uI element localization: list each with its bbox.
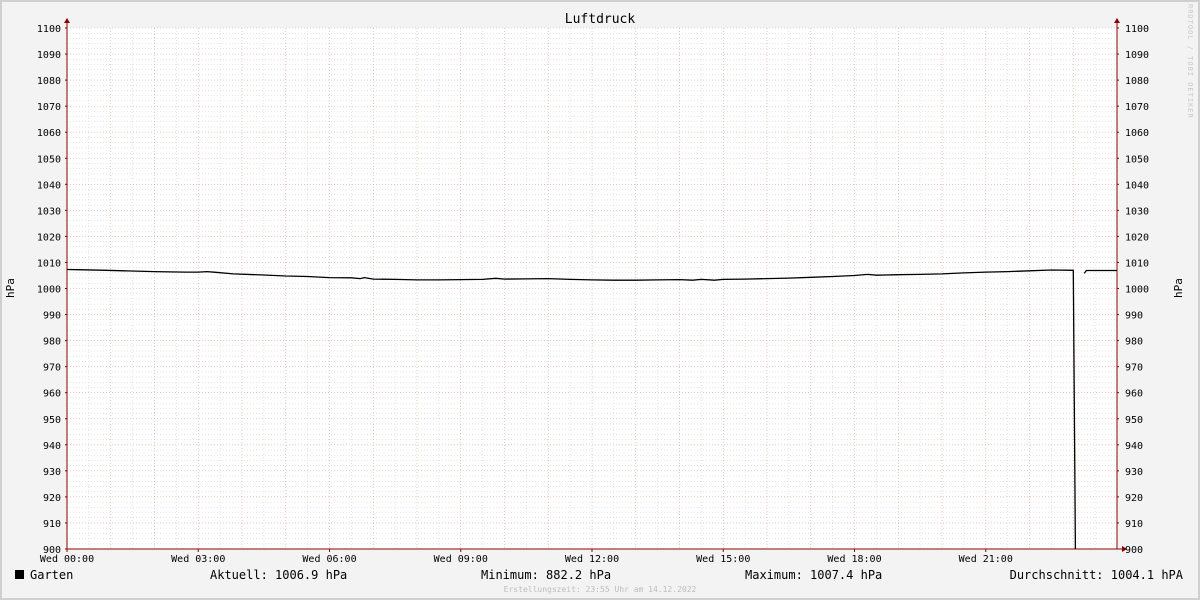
x-tick-label: Wed 06:00 (302, 554, 356, 565)
x-tick-label: Wed 15:00 (696, 554, 750, 565)
y-axis-left-arrow (64, 18, 70, 23)
y-tick-label-left: 1070 (37, 102, 61, 113)
y-tick-label-left: 1050 (37, 154, 61, 165)
y-tick-label-left: 1000 (37, 285, 61, 296)
x-tick-label: Wed 18:00 (827, 554, 881, 565)
y-tick-label-right: 1060 (1125, 128, 1149, 139)
y-tick-label-right: 1100 (1125, 24, 1149, 35)
footer-timestamp: Erstellungszeit: 23:55 Uhr am 14.12.2022 (504, 585, 697, 594)
x-tick-label: Wed 00:00 (40, 554, 94, 565)
y-tick-label-right: 1030 (1125, 206, 1149, 217)
y-tick-label-right: 1080 (1125, 76, 1149, 87)
y-tick-label-right: 1050 (1125, 154, 1149, 165)
y-tick-label-left: 910 (43, 519, 61, 530)
y-tick-label-left: 1080 (37, 76, 61, 87)
legend-series-name: Garten (30, 568, 73, 582)
y-tick-label-right: 1040 (1125, 180, 1149, 191)
y-tick-label-left: 950 (43, 415, 61, 426)
legend-maximum: Maximum: 1007.4 hPa (745, 568, 882, 582)
chart-title: Luftdruck (565, 12, 636, 27)
y-tick-label-right: 1010 (1125, 258, 1149, 269)
x-tick-label: Wed 12:00 (565, 554, 619, 565)
watermark: RRDTOOL / TOBI OETIKER (1186, 4, 1194, 119)
y-tick-label-left: 1030 (37, 206, 61, 217)
y-axis-label-right: hPa (1172, 278, 1185, 298)
y-axis-label-left: hPa (4, 278, 17, 298)
y-tick-label-right: 960 (1125, 389, 1143, 400)
y-tick-label-left: 920 (43, 493, 61, 504)
legend-average: Durchschnitt: 1004.1 hPA (1010, 568, 1184, 582)
y-axis-right-arrow (1114, 18, 1120, 23)
y-tick-label-left: 940 (43, 441, 61, 452)
x-tick-label: Wed 09:00 (434, 554, 488, 565)
y-tick-label-right: 980 (1125, 337, 1143, 348)
y-tick-label-right: 1020 (1125, 232, 1149, 243)
y-tick-label-left: 1020 (37, 232, 61, 243)
y-tick-label-right: 930 (1125, 467, 1143, 478)
y-tick-label-right: 1070 (1125, 102, 1149, 113)
y-tick-label-left: 990 (43, 311, 61, 322)
y-tick-label-right: 920 (1125, 493, 1143, 504)
y-tick-label-left: 1090 (37, 50, 61, 61)
x-tick-labels: Wed 00:00 Wed 03:00 Wed 06:00 Wed 09:00 Wed … (40, 554, 1013, 565)
y-tick-label-left: 1060 (37, 128, 61, 139)
y-tick-labels-left: 9009109209309409509609709809901000101010… (37, 24, 61, 556)
y-tick-label-left: 980 (43, 337, 61, 348)
y-tick-label-left: 1010 (37, 258, 61, 269)
x-tick-label: Wed 03:00 (171, 554, 225, 565)
y-tick-label-left: 970 (43, 363, 61, 374)
pressure-chart: 900 910 920 930 940 950 960 970 980 990 1000 1010 10… (4, 4, 1194, 594)
x-tick-label: Wed 21:00 (959, 554, 1013, 565)
y-tick-label-left: 1040 (37, 180, 61, 191)
y-tick-label-left: 1100 (37, 24, 61, 35)
legend-swatch (15, 570, 24, 579)
y-tick-label-right: 970 (1125, 363, 1143, 374)
y-tick-label-right: 950 (1125, 415, 1143, 426)
legend-current: Aktuell: 1006.9 hPa (210, 568, 347, 582)
y-tick-labels-right: 900 910 920 930 940 950 960 970 980 990 1000 1010 10… (1125, 24, 1149, 556)
y-tick-label-right: 900 (1125, 545, 1143, 556)
y-tick-label-right: 1000 (1125, 285, 1149, 296)
legend-minimum: Minimum: 882.2 hPa (481, 568, 611, 582)
y-tick-label-right: 990 (1125, 311, 1143, 322)
y-tick-label-right: 910 (1125, 519, 1143, 530)
y-tick-label-right: 1090 (1125, 50, 1149, 61)
y-tick-label-right: 940 (1125, 441, 1143, 452)
y-tick-label-left: 960 (43, 389, 61, 400)
y-tick-label-left: 930 (43, 467, 61, 478)
